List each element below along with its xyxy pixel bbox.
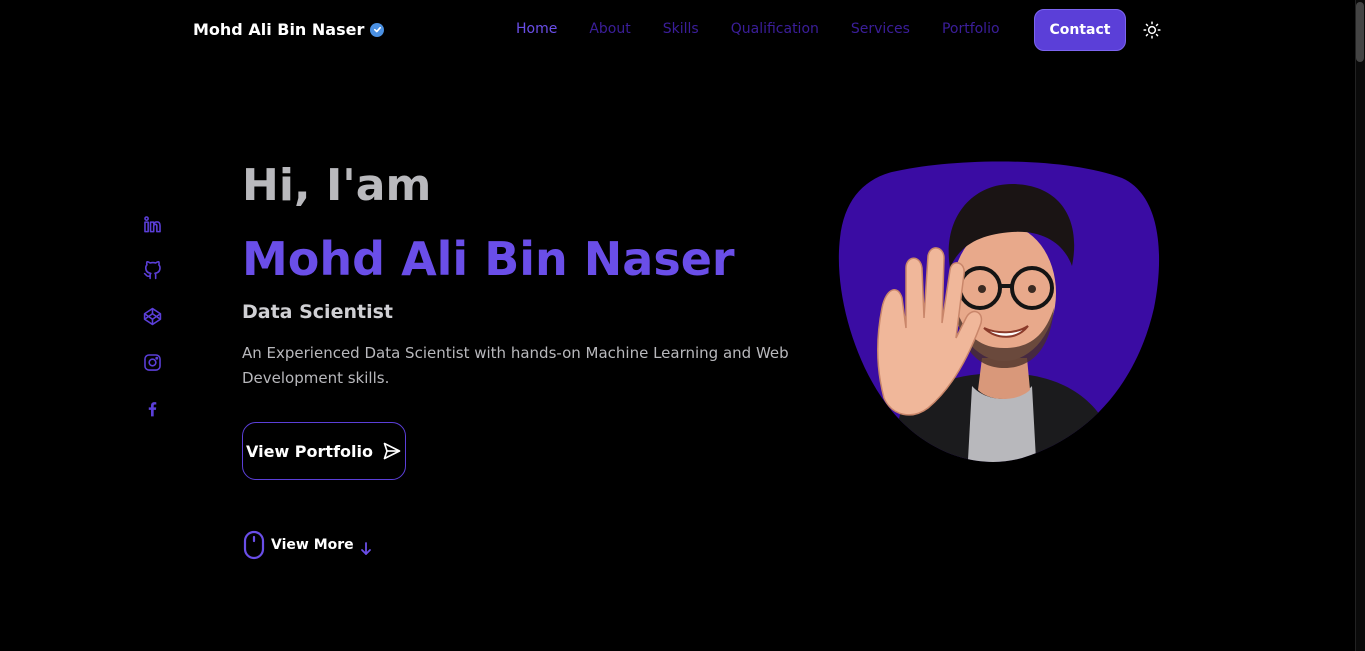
contact-button[interactable]: Contact (1034, 9, 1126, 51)
codepen-icon[interactable] (141, 305, 163, 327)
mouse-icon (243, 530, 265, 560)
sun-icon[interactable] (1142, 20, 1162, 40)
page-scrollbar[interactable] (1355, 0, 1365, 651)
greeting-heading: Hi, I'am (242, 160, 432, 211)
instagram-icon[interactable] (141, 351, 163, 373)
scrollbar-thumb[interactable] (1356, 2, 1364, 62)
site-header: Mohd Ali Bin Naser Home About Skills Qua… (0, 0, 1355, 60)
view-more-label: View More (271, 537, 354, 553)
arrow-down-icon (360, 542, 371, 555)
avatar-blob (838, 161, 1160, 462)
view-portfolio-button[interactable]: View Portfolio (242, 422, 406, 480)
hero-role: Data Scientist (242, 301, 393, 323)
brand[interactable]: Mohd Ali Bin Naser (193, 20, 385, 39)
nav-home[interactable]: Home (516, 21, 557, 37)
social-links (141, 213, 163, 419)
verified-icon (370, 22, 385, 37)
view-more-link[interactable]: View More (243, 530, 372, 560)
send-icon (383, 442, 401, 460)
nav-about[interactable]: About (589, 21, 630, 37)
brand-name[interactable]: Mohd Ali Bin Naser (193, 20, 364, 39)
hero-description: An Experienced Data Scientist with hands… (242, 344, 789, 387)
nav-portfolio[interactable]: Portfolio (942, 21, 1000, 37)
github-icon[interactable] (141, 259, 163, 281)
nav-skills[interactable]: Skills (663, 21, 699, 37)
nav-services[interactable]: Services (851, 21, 910, 37)
view-portfolio-label: View Portfolio (246, 441, 373, 461)
hero-name: Mohd Ali Bin Naser (242, 232, 735, 286)
facebook-icon[interactable] (141, 397, 163, 419)
nav-qualification[interactable]: Qualification (731, 21, 819, 37)
main-nav: Home About Skills Qualification Services… (516, 21, 1000, 37)
linkedin-icon[interactable] (141, 213, 163, 235)
